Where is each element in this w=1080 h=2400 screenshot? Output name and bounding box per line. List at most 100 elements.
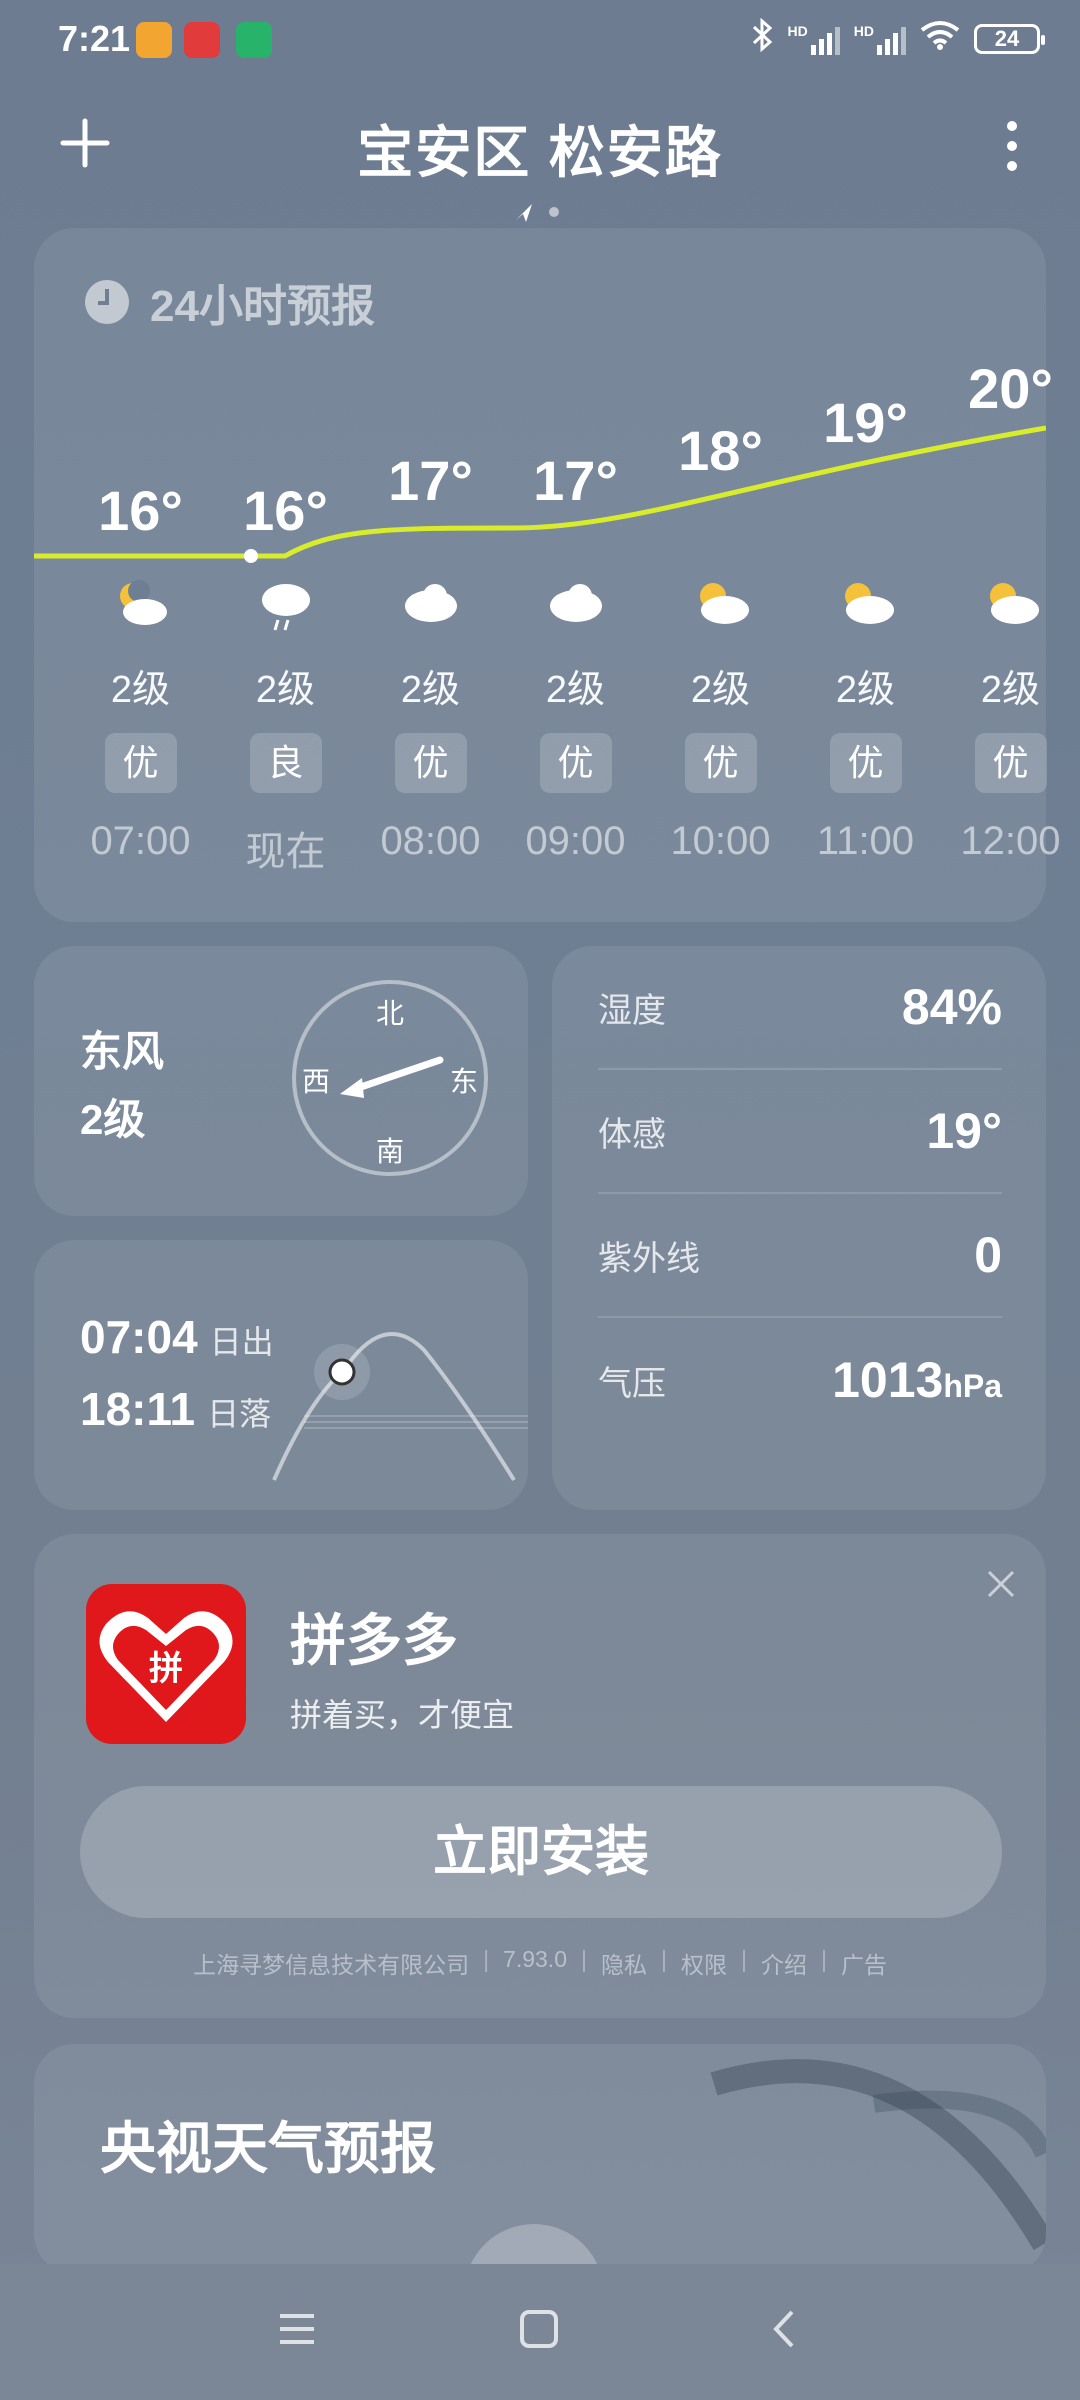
ad-label: 广告 [840, 1952, 887, 1978]
close-ad-button[interactable] [986, 1560, 1016, 1610]
hour-aqi-badge: 优 [539, 733, 612, 793]
sun-position-icon [328, 1358, 356, 1386]
install-button[interactable]: 立即安装 [80, 1786, 1002, 1918]
sun-arc [272, 1332, 528, 1482]
hourly-item-details: 2级优 11:00 [793, 578, 938, 864]
home-nav-button[interactable] [518, 2308, 560, 2355]
hour-wind: 2级 [255, 669, 316, 711]
hourly-forecast-card[interactable]: 24小时预报 16° 2级优 07:00 16° 2级良现在 17° 2级优 08:00 17°… [34, 228, 1061, 922]
hourly-item-details: 2级优 12:00 [938, 578, 1080, 864]
hourly-item-details: 2级优 10:00 [648, 578, 793, 864]
more-vertical-icon [1007, 121, 1017, 171]
hourly-item: 18° [648, 418, 793, 483]
partly-sunny-icon [793, 578, 938, 648]
hourly-item: 16° [213, 478, 358, 543]
current-hour-dot [244, 549, 258, 563]
hour-temp: 18° [678, 419, 763, 482]
ad-meta-row: 上海寻梦信息技术有限公司 | 7.93.0 | 隐私 | 权限 | 介绍 | 广告 [193, 1946, 887, 1980]
sunset-time: 18:11 [80, 1383, 196, 1435]
ad-permissions-link[interactable]: 权限 [681, 1946, 727, 1980]
wind-direction: 东风 [80, 1028, 165, 1075]
pressure-value: 1013 [832, 1352, 944, 1408]
uv-row: 紫外线 0 [598, 1194, 1002, 1318]
hourly-item-details: 2级良现在 [213, 578, 358, 877]
feels-like-value: 19° [926, 1103, 1002, 1159]
hour-time: 11:00 [816, 819, 915, 863]
sunrise-sunset-card[interactable]: 07:04 日出 18:11 日落 [34, 1240, 528, 1510]
ad-privacy-link[interactable]: 隐私 [601, 1946, 647, 1980]
hourly-item-details: 2级优 07:00 [68, 578, 213, 864]
hour-wind: 2级 [690, 669, 751, 711]
uv-label: 紫外线 [598, 1239, 700, 1278]
compass-east: 东 [450, 1066, 479, 1097]
feels-like-label: 体感 [598, 1115, 666, 1154]
back-chevron-icon [773, 2310, 794, 2348]
sunset-label: 日落 [207, 1396, 272, 1432]
hourly-item: 16° [68, 478, 213, 543]
sunset-row: 18:11 日落 [80, 1382, 271, 1436]
menu-nav-button[interactable] [276, 2308, 318, 2355]
hour-aqi-badge: 优 [684, 733, 757, 793]
cloudy-icon [503, 578, 648, 648]
ad-app-name: 拼多多 [290, 1609, 458, 1672]
signal-2-icon: HD [854, 23, 906, 55]
hour-aqi-badge: 良 [249, 733, 322, 793]
home-square-icon [520, 2310, 558, 2348]
hourly-item: 17° [503, 448, 648, 513]
wind-level: 2级 [80, 1096, 146, 1143]
hour-time: 07:00 [90, 819, 191, 863]
hour-wind: 2级 [545, 669, 606, 711]
compass-west: 西 [302, 1066, 331, 1097]
battery-icon: 24 [974, 23, 1045, 54]
wifi-icon [920, 20, 960, 57]
hour-wind: 2级 [110, 669, 171, 711]
ad-company: 上海寻梦信息技术有限公司 [193, 1952, 470, 1978]
ad-card[interactable]: 拼 拼多多 拼着买，才便宜 立即安装 上海寻梦信息技术有限公司 | 7.93.0 |… [34, 1534, 1046, 2018]
cctv-forecast-card[interactable]: 央视天气预报 [34, 2044, 1046, 2274]
wind-card[interactable]: 东风 2级 北 南 东 西 [34, 946, 528, 1216]
ad-intro-link[interactable]: 介绍 [761, 1946, 807, 1980]
close-icon [987, 1570, 1015, 1598]
hour-aqi-badge: 优 [394, 733, 467, 793]
hour-time: 12:00 [960, 819, 1061, 863]
wind-compass: 北 南 东 西 [290, 978, 490, 1178]
hour-aqi-badge: 优 [829, 733, 902, 793]
feels-like-row: 体感 19° [598, 1070, 1002, 1194]
humidity-label: 湿度 [598, 991, 666, 1030]
menu-icon [280, 2314, 314, 2344]
hour-aqi-badge: 优 [974, 733, 1047, 793]
weather-details-card[interactable]: 湿度 84% 体感 19° 紫外线 0 气压 1013hPa [552, 946, 1046, 1510]
hour-temp: 16° [98, 479, 183, 542]
hourly-item: 20° [938, 356, 1080, 421]
svg-text:拼: 拼 [149, 1649, 183, 1689]
security-app-icon [236, 22, 272, 58]
hour-wind: 2级 [980, 669, 1041, 711]
toutiao-app-icon [184, 22, 220, 58]
hour-time: 08:00 [380, 819, 481, 863]
cloudy-icon [358, 578, 503, 648]
hour-time: 09:00 [525, 819, 626, 863]
pressure-row: 气压 1013hPa [598, 1318, 1002, 1442]
hourly-item: 17° [358, 448, 503, 513]
signal-1-icon: HD [788, 23, 840, 55]
hour-temp: 16° [243, 479, 328, 542]
hour-time: 现在 [245, 830, 326, 874]
status-time: 7:21 [58, 18, 131, 59]
ad-version: 7.93.0 [503, 1946, 567, 1972]
moon-cloud-icon [68, 578, 213, 648]
compass-south: 南 [376, 1136, 405, 1167]
notes-app-icon [136, 22, 172, 58]
hour-time: 10:00 [670, 819, 771, 863]
hour-temp: 17° [388, 449, 473, 512]
status-bar: 7:21 HD HD 24 [0, 0, 1080, 80]
pressure-unit: hPa [943, 1368, 1002, 1404]
more-menu-button[interactable] [1002, 118, 1022, 174]
pinduoduo-logo: 拼 [86, 1584, 246, 1744]
sunrise-row: 07:04 日出 [80, 1310, 274, 1364]
leaf-decoration [710, 2059, 1046, 2251]
bluetooth-icon [752, 17, 774, 59]
back-nav-button[interactable] [764, 2308, 806, 2355]
pressure-label: 气压 [598, 1364, 666, 1403]
status-icons: HD HD 24 [752, 17, 1045, 59]
compass-north: 北 [376, 998, 405, 1029]
